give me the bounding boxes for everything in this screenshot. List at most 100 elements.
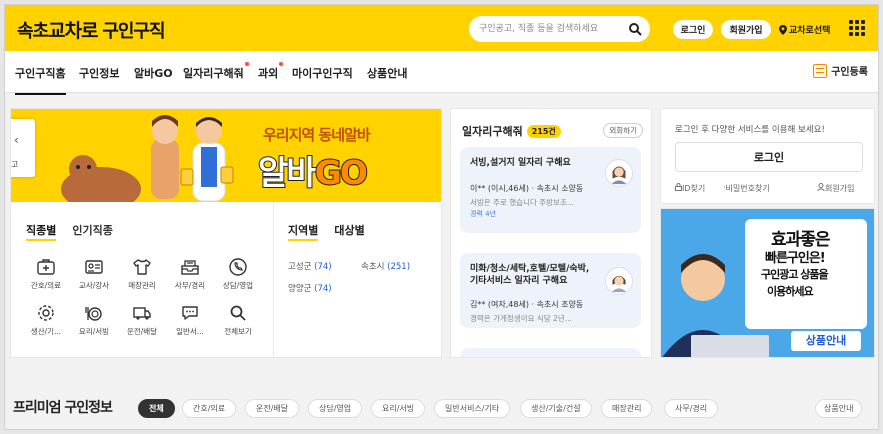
category-sales[interactable]: 상담/영업 — [214, 257, 262, 291]
category-service[interactable]: 일반서... — [166, 303, 214, 337]
logo-service-text: 구인구직 — [102, 21, 165, 42]
filter-chip[interactable]: 매장관리 — [601, 399, 653, 418]
seeker-card[interactable]: 미화/청소/세탁,호텔/모텔/숙박,기타서비스 일자리 구해요 김** (여자,… — [460, 253, 641, 328]
job-register-button[interactable]: 구인등록 — [813, 63, 868, 78]
banner-headline: 알바GO — [257, 146, 369, 194]
job-register-label: 구인등록 — [831, 67, 868, 78]
nav-albago[interactable]: 알바GO — [134, 65, 173, 81]
panel-more-link[interactable]: 외회하기 — [603, 123, 643, 138]
filter-chip[interactable]: 사무/경리 — [664, 399, 719, 418]
nav-find-me-job[interactable]: 일자리구해줘 — [183, 62, 249, 81]
category-view-all[interactable]: 전체보기 — [214, 303, 262, 337]
main-nav: 구인구직홈 구인정보 알바GO 일자리구해줘 과외 마이구인구직 상품안내 구인… — [5, 51, 878, 95]
avatar — [605, 267, 633, 295]
category-store[interactable]: 매장관리 — [118, 257, 166, 291]
user-icon — [817, 183, 825, 192]
login-message: 로그인 후 다양한 서비스를 이용해 보세요! — [675, 125, 825, 135]
location-name: 속초시 — [361, 262, 385, 272]
category-production[interactable]: 생산/기... — [22, 303, 70, 337]
seeker-card[interactable] — [460, 348, 641, 357]
location-yangyang[interactable]: 양양군 (74) — [288, 282, 332, 294]
tab-by-target[interactable]: 대상별 — [334, 222, 364, 241]
location-sokcho[interactable]: 속초시 (251) — [361, 260, 410, 272]
location-count: (74) — [314, 262, 332, 272]
filter-chip[interactable]: 운전/배달 — [245, 399, 300, 418]
logo-region-text: 속초 — [17, 21, 49, 42]
seeker-card-meta: 이** (이시,46세) · 속초시 소양동 — [470, 184, 584, 193]
join-link[interactable]: 회원가입 — [817, 183, 854, 193]
banner-prev-button[interactable]: ‹ 고 — [11, 119, 35, 177]
header-join-button[interactable]: 회원가입 — [721, 20, 771, 39]
category-label: 요리/서빙 — [78, 327, 110, 336]
login-button[interactable]: 로그인 — [675, 142, 863, 172]
banner-prev-label: 고 — [11, 160, 19, 169]
filter-chip[interactable]: 요리/서빙 — [371, 399, 426, 418]
inbox-tray-icon — [181, 260, 199, 275]
truck-icon — [133, 307, 151, 320]
category-tabs: 직종별 인기직종 — [26, 222, 113, 241]
filter-chip[interactable]: 상담/영업 — [308, 399, 363, 418]
medical-kit-icon — [37, 259, 55, 275]
category-label: 사무/경리 — [174, 281, 206, 290]
location-pin-icon — [779, 24, 787, 35]
category-grid: 간호/의료 교사/강사 매장관리 사무/경리 상담/영업 생산/기... 요리/… — [22, 257, 262, 337]
all-menu-grid-icon[interactable] — [849, 20, 865, 36]
panel-title: 일자리구해줘 215건 — [462, 123, 561, 139]
find-password-link[interactable]: · 비밀번호찾기 — [723, 183, 770, 193]
region-select[interactable]: 교차로선택 — [779, 23, 830, 36]
seeker-card[interactable]: 서빙,설거지 일자리 구해요 이** (이시,46세) · 속초시 소양동 서빙… — [460, 147, 641, 233]
category-office[interactable]: 사무/경리 — [166, 257, 214, 291]
nav-products[interactable]: 상품안내 — [367, 65, 407, 81]
header-login-button[interactable]: 로그인 — [673, 20, 713, 39]
nav-tutoring[interactable]: 과외 — [258, 62, 284, 81]
banner-headline-b: GO — [314, 152, 369, 193]
find-password-label: 비밀번호찾기 — [725, 184, 770, 193]
category-section: 직종별 인기직종 간호/의료 교사/강사 매장관리 사무/경리 상담/영업 생산… — [11, 202, 441, 358]
filter-chip[interactable]: 생산/기술/건설 — [520, 399, 592, 418]
seeker-card-title: 서빙,설거지 일자리 구해요 — [470, 158, 571, 168]
gear-icon — [38, 305, 54, 321]
albago-card: ‹ 고 우리지역 동네알바 알바GO 직종별 인기직종 간호/의료 교사/강사 … — [10, 108, 442, 358]
nav-my-page[interactable]: 마이구인구직 — [292, 65, 353, 81]
ad-line: 빠른구인은! — [765, 251, 826, 266]
ad-line: 구인광고 상품을 — [761, 268, 829, 281]
search-icon[interactable] — [628, 22, 642, 36]
find-me-job-panel: 일자리구해줘 215건 외회하기 서빙,설거지 일자리 구해요 이** (이시,… — [450, 108, 652, 358]
new-dot-icon — [279, 62, 284, 66]
avatar — [605, 159, 633, 187]
location-goseong[interactable]: 고성군 (74) — [288, 260, 332, 272]
category-label: 매장관리 — [128, 281, 156, 290]
nav-home[interactable]: 구인구직홈 — [15, 65, 66, 95]
seeker-card-meta: 김** (여자,48세) · 속초시 조양동 — [470, 300, 584, 309]
premium-product-info-button[interactable]: 상품안내 — [815, 399, 863, 418]
site-logo[interactable]: 속초교차로 구인구직 — [17, 16, 166, 43]
ad-product-button[interactable]: 상품안내 — [791, 331, 861, 351]
section-divider — [273, 202, 274, 358]
find-id-link[interactable]: ID찾기 — [675, 183, 705, 193]
search-icon — [230, 305, 246, 321]
category-label: 일반서... — [176, 327, 204, 336]
category-driving[interactable]: 운전/배달 — [118, 303, 166, 337]
category-teacher[interactable]: 교사/강사 — [70, 257, 118, 291]
location-name: 양양군 — [288, 284, 312, 294]
category-nursing[interactable]: 간호/의료 — [22, 257, 70, 291]
filter-chip-all[interactable]: 전체 — [138, 399, 175, 418]
filter-chip[interactable]: 일반서비스/기타 — [434, 399, 511, 418]
ad-line: 이용하세요 — [767, 285, 814, 298]
nav-find-me-job-label: 일자리구해줘 — [183, 67, 244, 80]
tab-by-region[interactable]: 지역별 — [288, 222, 319, 241]
lock-icon — [675, 183, 682, 191]
banner-headline-a: 알바 — [257, 152, 318, 193]
albago-banner[interactable]: ‹ 고 우리지역 동네알바 알바GO — [11, 109, 441, 202]
nav-job-info[interactable]: 구인정보 — [79, 65, 119, 81]
product-ad-banner[interactable]: 효과좋은 빠른구인은! 구인광고 상품을 이용하세요 상품안내 — [660, 208, 875, 358]
search-input[interactable] — [479, 20, 624, 38]
tab-popular-jobs[interactable]: 인기직종 — [72, 222, 112, 241]
logo-brand-text: 교차로 — [48, 20, 98, 42]
seeker-card-desc: 서빙은 주로 했습니다 주방보조... — [470, 198, 575, 207]
category-cooking[interactable]: 요리/서빙 — [70, 303, 118, 337]
tab-by-job[interactable]: 직종별 — [26, 222, 57, 241]
category-label: 생산/기... — [30, 327, 62, 336]
category-label: 상담/영업 — [222, 281, 254, 290]
filter-chip[interactable]: 간호/의료 — [182, 399, 237, 418]
